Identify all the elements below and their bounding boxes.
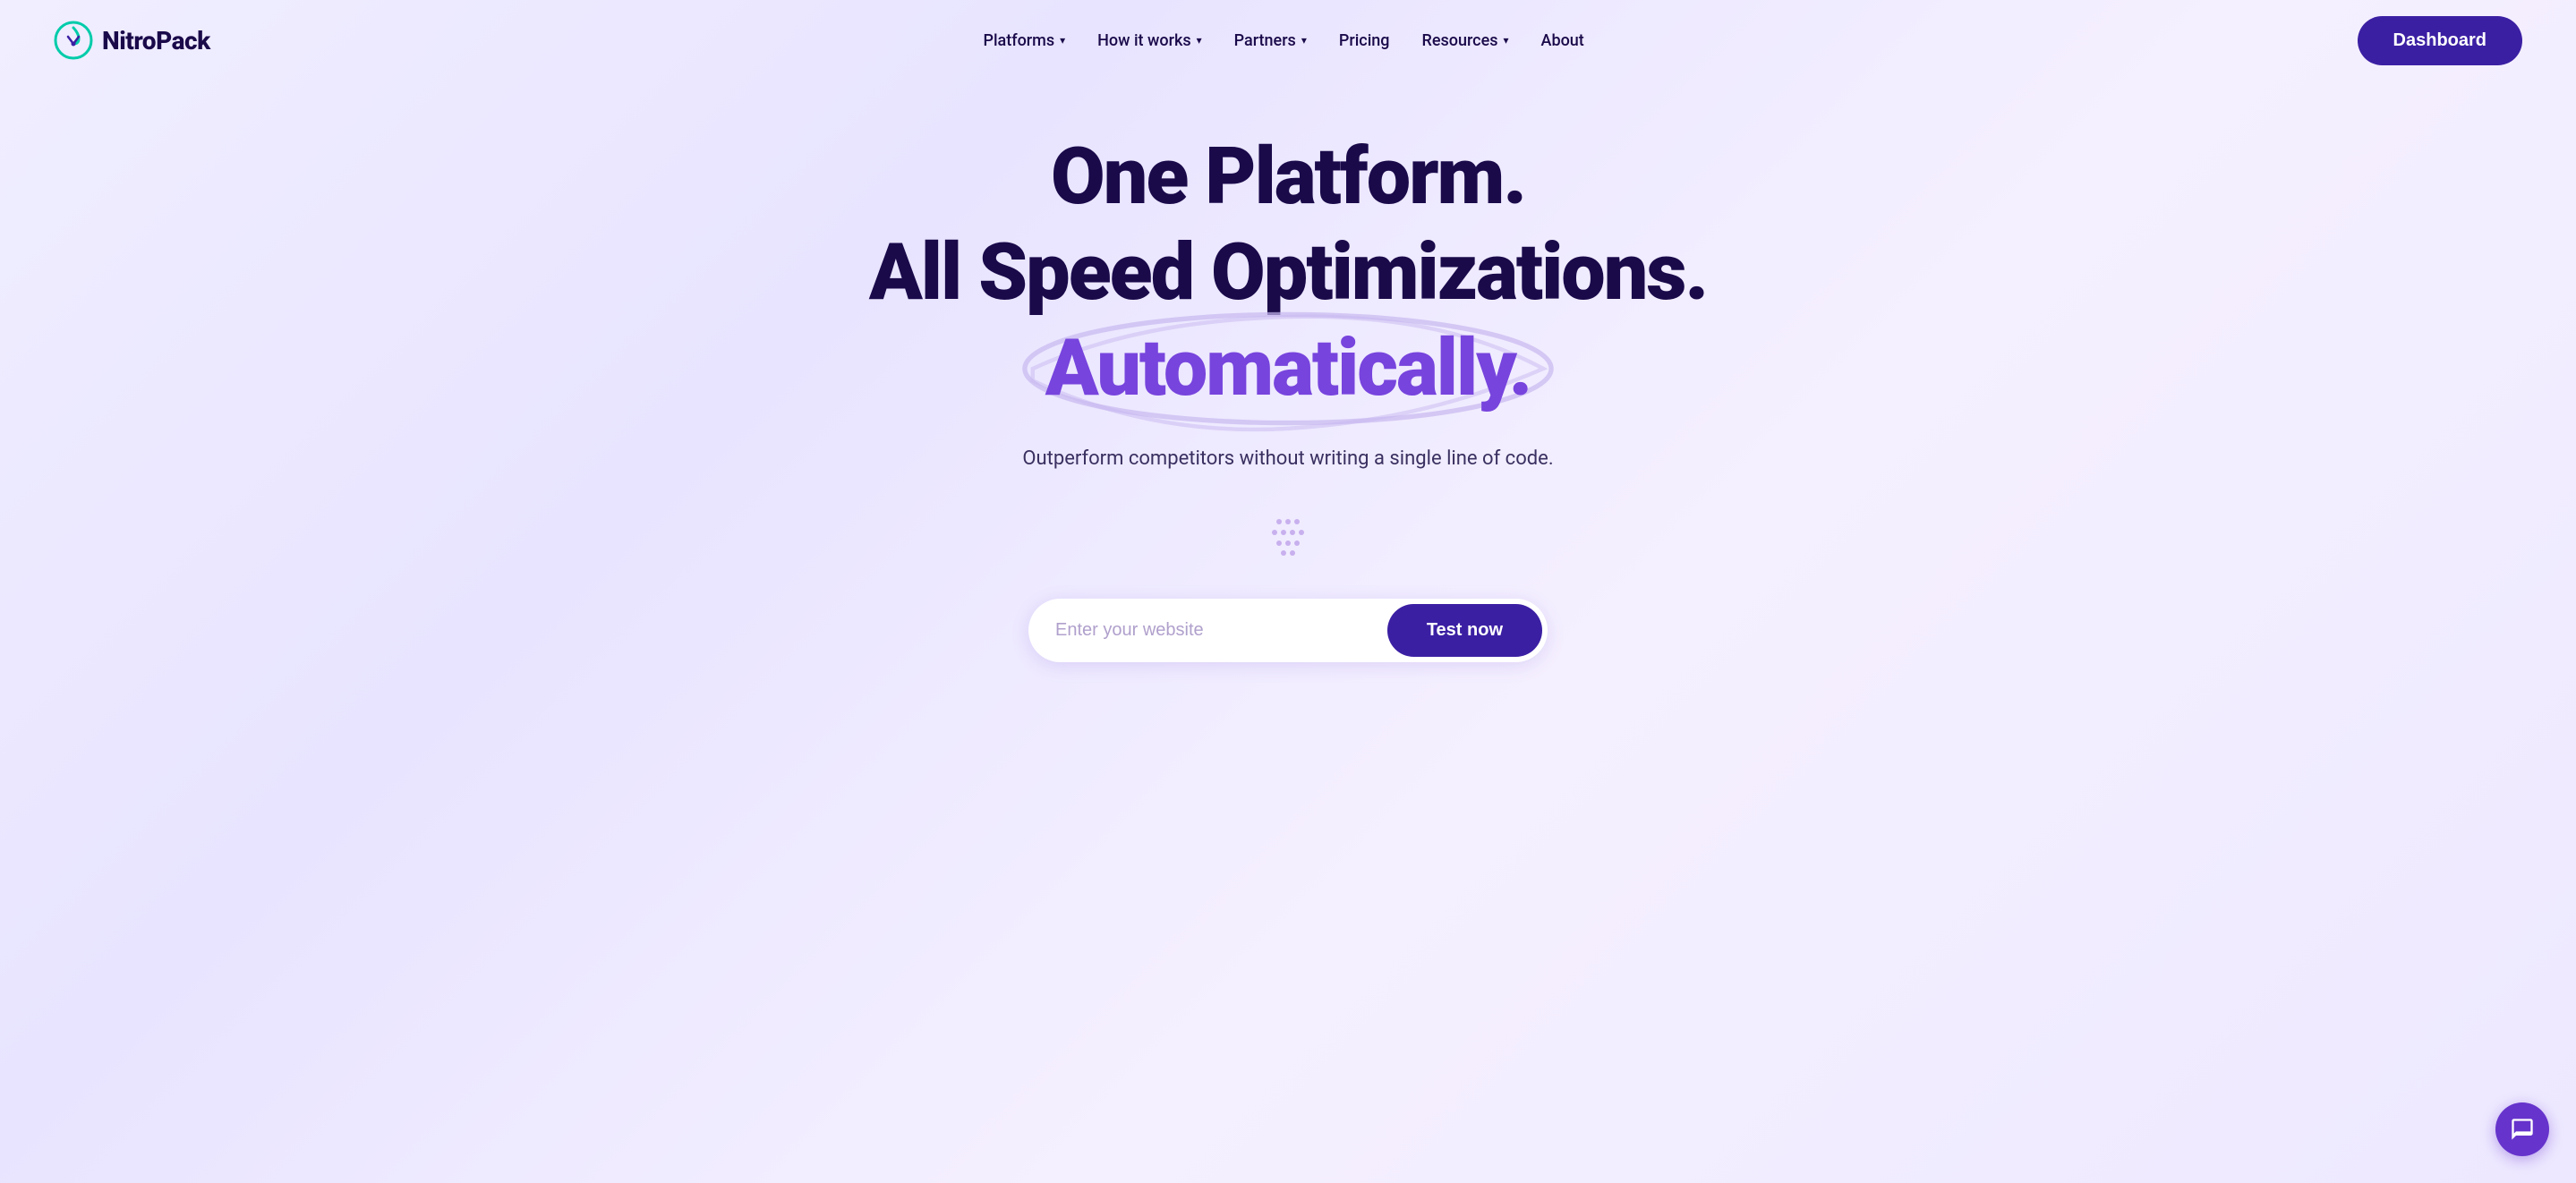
test-now-button[interactable]: Test now: [1387, 604, 1542, 657]
nav-item-partners[interactable]: Partners ▾: [1234, 31, 1307, 50]
chevron-down-icon: ▾: [1197, 34, 1202, 47]
chevron-down-icon: ▾: [1060, 34, 1065, 47]
dotted-chevron-icon: [1261, 515, 1315, 563]
hero-subtitle: Outperform competitors without writing a…: [1022, 447, 1553, 470]
search-bar: Test now: [1028, 599, 1548, 662]
nav-item-about[interactable]: About: [1541, 31, 1584, 50]
hero-section: One Platform. All Speed Optimizations. A…: [0, 81, 2576, 734]
hero-line3: Automatically.: [1045, 326, 1531, 413]
logo-text: NitroPack: [102, 26, 210, 55]
hero-line2: All Speed Optimizations.: [869, 230, 1707, 317]
nav-item-resources[interactable]: Resources ▾: [1422, 31, 1509, 50]
nav-links: Platforms ▾ How it works ▾ Partners ▾ Pr…: [983, 31, 1583, 50]
logo[interactable]: NitroPack: [54, 21, 210, 60]
nav-item-pricing[interactable]: Pricing: [1339, 31, 1390, 50]
chat-icon: [2510, 1117, 2535, 1142]
navbar: NitroPack Platforms ▾ How it works ▾ Par…: [0, 0, 2576, 81]
chevron-down-icon: ▾: [1503, 34, 1508, 47]
logo-icon: [54, 21, 93, 60]
nav-item-platforms[interactable]: Platforms ▾: [983, 31, 1065, 50]
nav-item-how-it-works[interactable]: How it works ▾: [1097, 31, 1202, 50]
hero-auto-wrapper: Automatically.: [1045, 326, 1531, 413]
chevron-down-icon: ▾: [1301, 34, 1307, 47]
dashboard-button[interactable]: Dashboard: [2358, 16, 2522, 65]
chat-bubble-button[interactable]: [2495, 1102, 2549, 1156]
hero-line1: One Platform.: [1051, 134, 1525, 221]
website-input[interactable]: [1055, 620, 1387, 641]
